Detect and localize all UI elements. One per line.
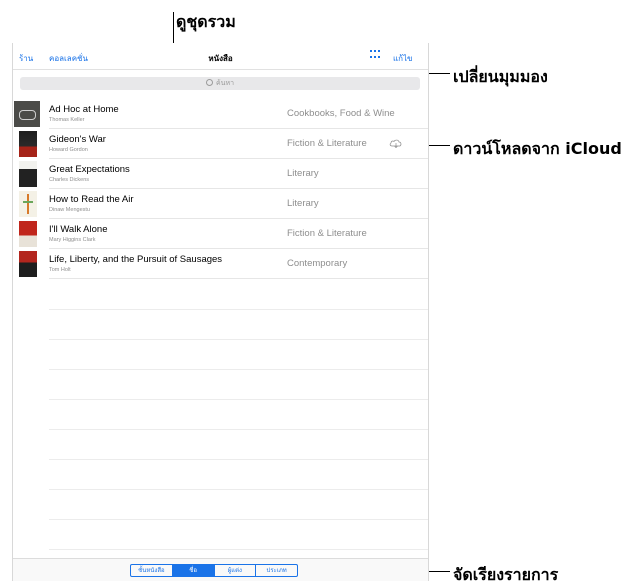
- bottom-toolbar: ชั้นหนังสือ ชื่อ ผู้แต่ง ประเภท: [13, 558, 428, 581]
- sort-option-author[interactable]: ผู้แต่ง: [215, 565, 257, 576]
- book-cover-icon: [19, 221, 37, 247]
- callout-download-icloud: ดาวน์โหลดจาก iCloud: [453, 139, 622, 158]
- book-cover-icon: [19, 161, 37, 187]
- book-genre: Literary: [287, 168, 319, 179]
- sort-segmented-control[interactable]: ชั้นหนังสือ ชื่อ ผู้แต่ง ประเภท: [130, 564, 298, 577]
- book-row[interactable]: I'll Walk Alone Mary Higgins Clark Ficti…: [13, 219, 428, 249]
- book-author: Howard Gordon: [49, 147, 88, 153]
- navigation-bar: ร้าน คอลเลคชั่น หนังสือ แก้ไข: [13, 43, 428, 70]
- edit-button[interactable]: แก้ไข: [393, 52, 413, 65]
- empty-row-divider: [49, 459, 428, 460]
- empty-row-divider: [49, 339, 428, 340]
- book-title: How to Read the Air: [49, 194, 134, 205]
- empty-row-divider: [49, 429, 428, 430]
- book-row[interactable]: Gideon's War Howard Gordon Fiction & Lit…: [13, 129, 428, 159]
- sort-option-category[interactable]: ประเภท: [256, 565, 297, 576]
- sort-option-shelf[interactable]: ชั้นหนังสือ: [131, 565, 173, 576]
- sort-option-title[interactable]: ชื่อ: [172, 565, 215, 576]
- empty-row-divider: [49, 309, 428, 310]
- book-cover-icon: [19, 191, 37, 217]
- book-row[interactable]: How to Read the Air Dinaw Mengestu Liter…: [13, 189, 428, 219]
- empty-row-divider: [49, 489, 428, 490]
- search-field[interactable]: ค้นหา: [20, 77, 420, 90]
- book-author: Dinaw Mengestu: [49, 207, 90, 213]
- search-placeholder: ค้นหา: [215, 79, 234, 87]
- book-cover-icon: [19, 131, 37, 157]
- empty-row-divider: [49, 369, 428, 370]
- callout-change-view: เปลี่ยนมุมมอง: [453, 67, 548, 86]
- book-title: Great Expectations: [49, 164, 130, 175]
- book-genre: Fiction & Literature: [287, 138, 367, 149]
- book-title: Gideon's War: [49, 134, 106, 145]
- book-title: Life, Liberty, and the Pursuit of Sausag…: [49, 254, 223, 265]
- book-row[interactable]: Great Expectations Charles Dickens Liter…: [13, 159, 428, 189]
- book-author: Thomas Keller: [49, 117, 85, 123]
- book-row[interactable]: Life, Liberty, and the Pursuit of Sausag…: [13, 249, 428, 279]
- book-row[interactable]: Ad Hoc at Home Thomas Keller Cookbooks, …: [13, 99, 428, 129]
- book-author: Charles Dickens: [49, 177, 90, 183]
- book-genre: Cookbooks, Food & Wine: [287, 108, 395, 119]
- empty-row-divider: [49, 519, 428, 520]
- book-author: Tom Holt: [49, 267, 71, 273]
- search-icon: [205, 79, 213, 86]
- grid-view-icon[interactable]: [370, 50, 380, 60]
- book-genre: Literary: [287, 198, 319, 209]
- book-title: I'll Walk Alone: [49, 224, 108, 235]
- book-author: Mary Higgins Clark: [49, 237, 96, 243]
- empty-row-divider: [49, 549, 428, 550]
- page-title: หนังสือ: [208, 54, 233, 63]
- callout-view-collections: ดูชุดรวม: [176, 12, 236, 31]
- book-cover-icon: [14, 101, 40, 127]
- icloud-download-icon[interactable]: [389, 138, 403, 148]
- book-cover-icon: [19, 251, 37, 277]
- book-genre: Contemporary: [287, 258, 348, 269]
- empty-row-divider: [49, 399, 428, 400]
- callout-sort-items: จัดเรียงรายการ: [453, 565, 559, 584]
- book-genre: Fiction & Literature: [287, 228, 367, 239]
- book-title: Ad Hoc at Home: [49, 104, 119, 115]
- books-library-screen: ร้าน คอลเลคชั่น หนังสือ แก้ไข ค้นหา Ad H…: [12, 43, 429, 581]
